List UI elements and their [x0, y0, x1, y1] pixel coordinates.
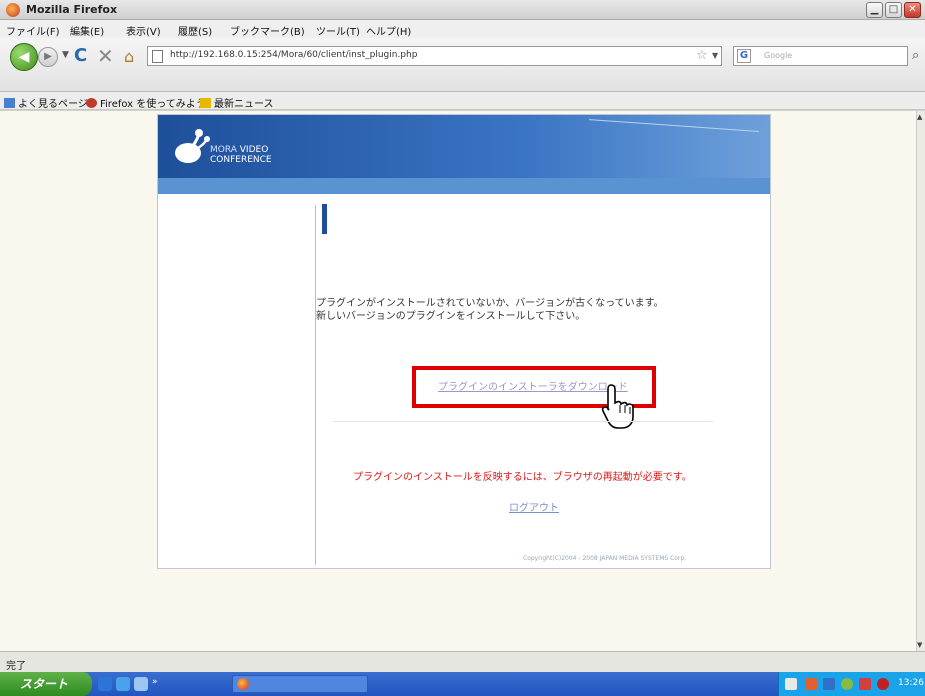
restart-notice: プラグインのインストールを反映するには、ブラウザの再起動が必要です。	[353, 472, 692, 483]
desktop-icon[interactable]	[134, 677, 148, 691]
taskbar: スタート » 13:26	[0, 672, 925, 696]
history-dropdown-icon[interactable]: ▼	[62, 50, 69, 60]
bookmark-icon	[4, 98, 15, 108]
header-strip	[158, 178, 770, 194]
scroll-down-icon[interactable]: ▼	[917, 641, 922, 649]
banner-decoration	[587, 119, 759, 161]
tray-alert-icon[interactable]	[877, 678, 889, 690]
section-marker	[322, 204, 327, 234]
maximize-button[interactable]: □	[885, 2, 902, 18]
bookmark-latest-news[interactable]: 最新ニュース	[200, 95, 274, 110]
url-bar[interactable]: http://192.168.0.15:254/Mora/60/client/i…	[147, 46, 722, 66]
firefox-icon	[6, 3, 20, 17]
home-button[interactable]: ⌂	[124, 47, 134, 66]
logo-title: MORA VIDEO	[210, 145, 269, 155]
ie-icon[interactable]	[98, 677, 112, 691]
search-input[interactable]: Google	[764, 51, 792, 60]
scroll-up-icon[interactable]: ▲	[917, 113, 922, 121]
google-icon[interactable]: G	[737, 49, 751, 63]
bookmark-star-icon[interactable]: ☆	[696, 48, 708, 63]
outlook-icon[interactable]	[116, 677, 130, 691]
web-page: MORA VIDEO CONFERENCE プラグインがインストールされていない…	[157, 114, 771, 569]
menu-view[interactable]: 表示(V)	[126, 23, 161, 38]
hand-cursor-icon	[601, 384, 634, 429]
stop-button[interactable]: ✕	[97, 44, 114, 68]
tray-app-icon[interactable]	[823, 678, 835, 690]
search-bar[interactable]: G Google	[733, 46, 908, 66]
copyright-text: Copyright(C)2004 - 2008 JAPAN MEDIA SYST…	[523, 555, 687, 562]
bookmark-most-visited[interactable]: よく見るページ	[4, 95, 88, 110]
menu-tools[interactable]: ツール(T)	[316, 23, 360, 38]
start-button[interactable]: スタート	[0, 672, 92, 696]
vertical-scrollbar[interactable]: ▲ ▼	[916, 111, 925, 651]
header-banner: MORA VIDEO CONFERENCE	[158, 115, 770, 178]
rss-folder-icon	[200, 98, 211, 108]
menu-edit[interactable]: 編集(E)	[70, 23, 104, 38]
page-icon	[152, 50, 163, 63]
mora-logo-icon	[175, 129, 210, 163]
search-icon[interactable]: ⌕	[912, 48, 919, 63]
menu-bar: ファイル(F) 編集(E) 表示(V) 履歴(S) ブックマーク(B) ツール(…	[0, 20, 925, 38]
title-bar: Mozilla Firefox ▁ □ ✕	[0, 0, 925, 20]
tray-network-icon[interactable]	[785, 678, 797, 690]
system-tray: 13:26	[778, 672, 925, 696]
close-button[interactable]: ✕	[904, 2, 921, 18]
plugin-message: プラグインがインストールされていないか、バージョンが古くなっています。 新しいバ…	[316, 298, 664, 322]
forward-button[interactable]: ▶	[38, 47, 58, 67]
bookmarks-toolbar: よく見るページ Firefox を使ってみよう 最新ニュース	[0, 92, 925, 110]
minimize-button[interactable]: ▁	[866, 2, 883, 18]
tray-volume-icon[interactable]	[859, 678, 871, 690]
tray-sync-icon[interactable]	[841, 678, 853, 690]
logo-subtitle: CONFERENCE	[210, 155, 272, 165]
status-bar: 完了	[0, 651, 925, 672]
logout-link[interactable]: ログアウト	[509, 499, 559, 514]
reload-button[interactable]: C	[74, 45, 87, 66]
firefox-icon	[86, 98, 97, 108]
menu-history[interactable]: 履歴(S)	[178, 23, 212, 38]
download-installer-link[interactable]: プラグインのインストーラをダウンロード	[438, 378, 628, 393]
url-dropdown-icon[interactable]: ▼	[712, 51, 718, 60]
tray-security-icon[interactable]	[805, 678, 817, 690]
status-text: 完了	[6, 661, 26, 672]
content-divider	[315, 205, 316, 565]
menu-file[interactable]: ファイル(F)	[6, 23, 60, 38]
menu-help[interactable]: ヘルプ(H)	[366, 23, 411, 38]
window-title: Mozilla Firefox	[26, 3, 118, 16]
quicklaunch-expand-icon[interactable]: »	[152, 677, 166, 691]
taskbar-firefox-window[interactable]	[232, 675, 368, 693]
back-button[interactable]: ◀	[10, 43, 38, 71]
firefox-icon	[237, 678, 249, 690]
url-text[interactable]: http://192.168.0.15:254/Mora/60/client/i…	[170, 50, 417, 60]
menu-bookmarks[interactable]: ブックマーク(B)	[230, 23, 305, 38]
bookmark-getting-started[interactable]: Firefox を使ってみよう	[86, 95, 206, 110]
separator	[333, 421, 713, 422]
clock[interactable]: 13:26	[898, 678, 924, 688]
